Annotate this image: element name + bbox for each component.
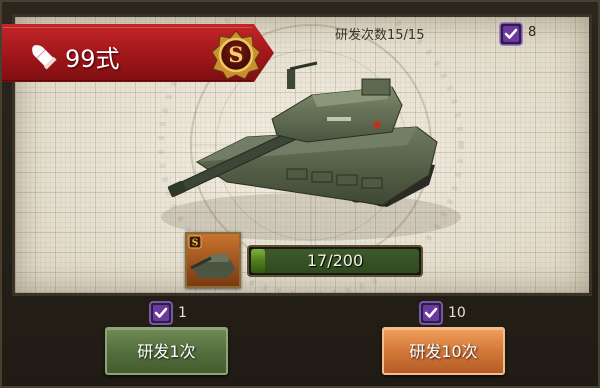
ticket-total: 8 [528,25,537,40]
research-ticket-icon [149,301,173,325]
tank-name: 99式 [65,45,120,73]
research-once-button[interactable]: 研发1次 [105,327,228,375]
cost-single: 1 [178,305,187,321]
progress-text: 17/200 [306,251,364,270]
research-count-label: 研发次数15/15 [335,28,425,43]
research-ticket-icon [419,301,443,325]
tank-image [167,61,438,207]
tank-thumbnail-image: S [188,235,235,278]
bullet-icon [32,45,57,70]
tank-thumbnail: S [185,232,241,288]
research-progress-bar: 17/200 [247,245,423,277]
research-panel: 99式 S 研发次数15/15 8 S 17/200 1 10 研发1次 研发1… [0,0,600,388]
cost-ten: 10 [448,305,466,321]
thumb-rank-letter: S [192,239,199,249]
research-ten-times-button[interactable]: 研发10次 [382,327,505,375]
research-ticket-icon [499,22,523,46]
